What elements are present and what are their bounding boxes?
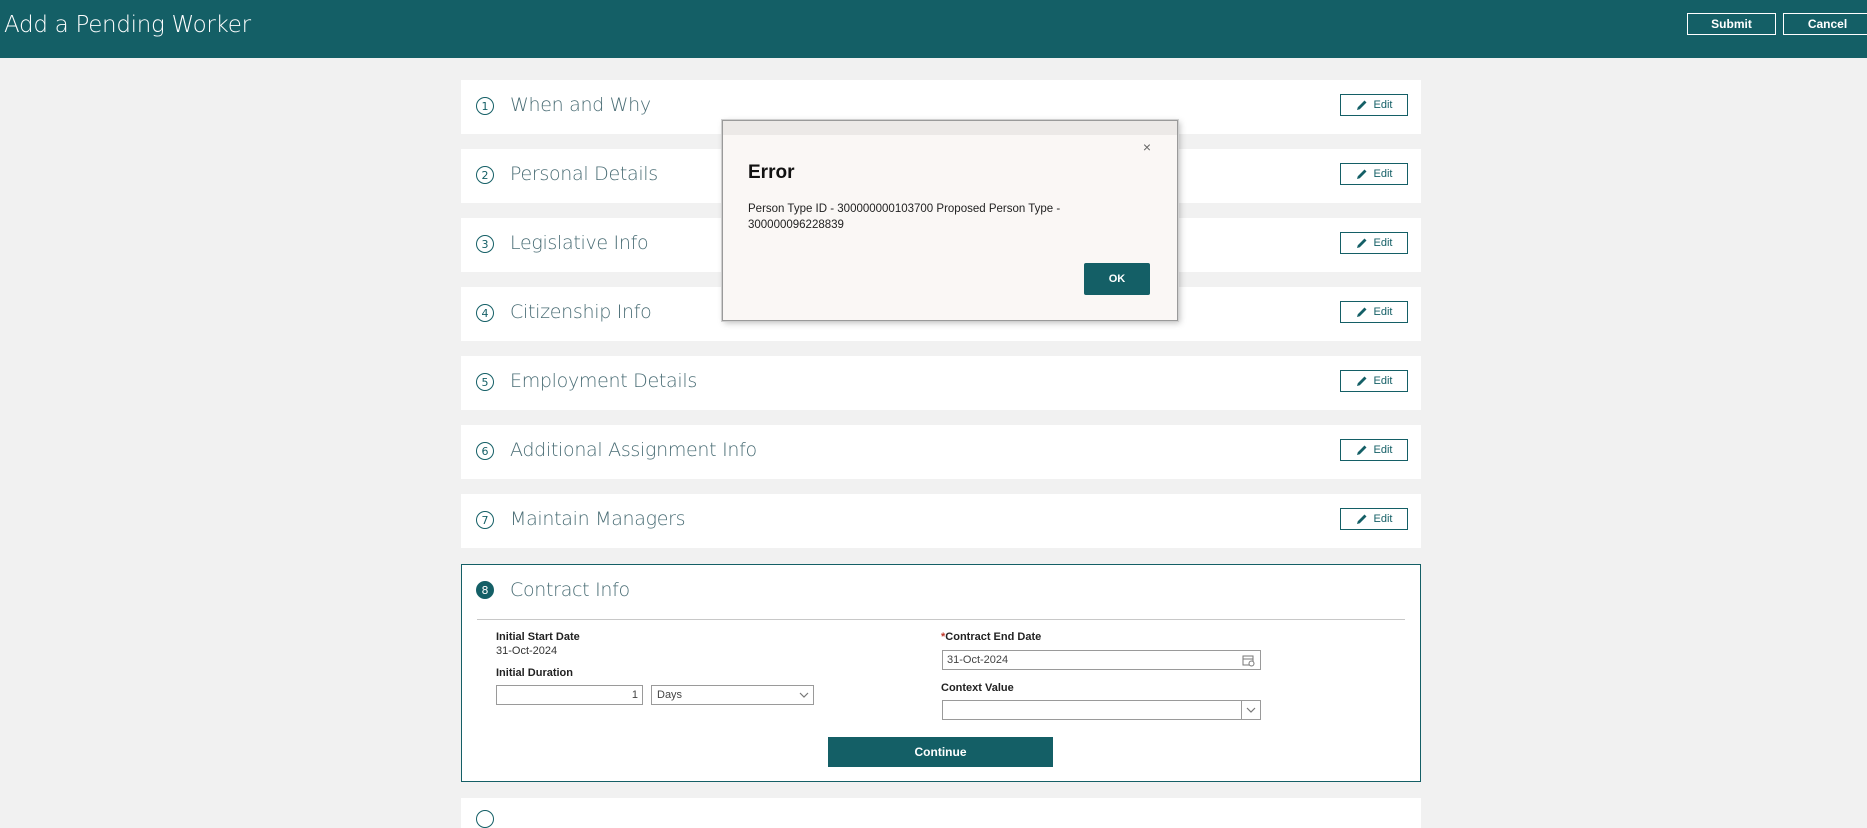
pencil-icon [1356,100,1367,110]
duration-unit-value: Days [657,689,683,701]
page-title: Add a Pending Worker [4,12,251,38]
section-employment-details: 5 Employment Details Edit [461,356,1421,410]
section-maintain-managers: 7 Maintain Managers Edit [461,494,1421,548]
edit-button[interactable]: Edit [1340,370,1408,392]
step-number: 5 [476,373,494,391]
error-dialog: × Error Person Type ID - 300000000103700… [722,120,1178,321]
step-number: 8 [476,581,494,599]
chevron-down-icon [799,692,809,698]
pencil-icon [1356,445,1367,455]
cancel-button[interactable]: Cancel [1783,13,1867,35]
section-title: Maintain Managers [510,508,686,530]
section-title: Contract Info [510,579,630,601]
edit-button[interactable]: Edit [1340,301,1408,323]
step-number [476,810,494,828]
edit-button[interactable]: Edit [1340,232,1408,254]
edit-button[interactable]: Edit [1340,439,1408,461]
pencil-icon [1356,307,1367,317]
dialog-title-bar [723,121,1177,135]
duration-unit-select[interactable]: Days [651,685,814,705]
calendar-icon[interactable] [1242,654,1255,667]
submit-button[interactable]: Submit [1687,13,1776,35]
edit-label: Edit [1373,168,1393,180]
divider [477,619,1405,620]
edit-label: Edit [1373,306,1393,318]
step-number: 2 [476,166,494,184]
edit-button[interactable]: Edit [1340,508,1408,530]
section-next-partial [461,798,1421,828]
step-number: 1 [476,97,494,115]
ok-button[interactable]: OK [1084,263,1150,295]
section-title: Legislative Info [510,232,649,254]
pencil-icon [1356,514,1367,524]
edit-label: Edit [1373,513,1393,525]
step-number: 3 [476,235,494,253]
contract-end-date-input[interactable]: 31-Oct-2024 [942,650,1261,670]
edit-label: Edit [1373,99,1393,111]
initial-duration-input[interactable]: 1 [496,685,643,705]
continue-button[interactable]: Continue [828,737,1053,767]
close-icon[interactable]: × [1143,139,1151,155]
dialog-message: Person Type ID - 300000000103700 Propose… [748,203,1061,231]
contract-end-date-label-text: Contract End Date [945,631,1042,643]
initial-duration-label: Initial Duration [496,667,573,679]
edit-button[interactable]: Edit [1340,94,1408,116]
edit-button[interactable]: Edit [1340,163,1408,185]
contract-end-date-label: *Contract End Date [941,631,1041,643]
pencil-icon [1356,376,1367,386]
select-separator [1241,701,1242,719]
section-title: Citizenship Info [510,301,652,323]
initial-start-date-label: Initial Start Date [496,631,580,643]
dialog-title: Error [748,162,795,183]
initial-start-date-value: 31-Oct-2024 [496,645,558,657]
context-value-select[interactable] [942,700,1261,720]
chevron-down-icon [1246,707,1256,713]
step-number: 4 [476,304,494,322]
section-title: When and Why [510,94,651,116]
edit-label: Edit [1373,237,1393,249]
pencil-icon [1356,169,1367,179]
context-value-label: Context Value [941,682,1014,694]
section-title: Personal Details [510,163,658,185]
section-title: Additional Assignment Info [510,439,757,461]
edit-label: Edit [1373,444,1393,456]
section-title: Employment Details [510,370,697,392]
page-header: Add a Pending Worker Submit Cancel [0,0,1867,58]
section-additional-assignment-info: 6 Additional Assignment Info Edit [461,425,1421,479]
step-number: 6 [476,442,494,460]
duration-value: 1 [631,689,638,701]
contract-end-date-value: 31-Oct-2024 [947,654,1009,666]
step-number: 7 [476,511,494,529]
edit-label: Edit [1373,375,1393,387]
pencil-icon [1356,238,1367,248]
